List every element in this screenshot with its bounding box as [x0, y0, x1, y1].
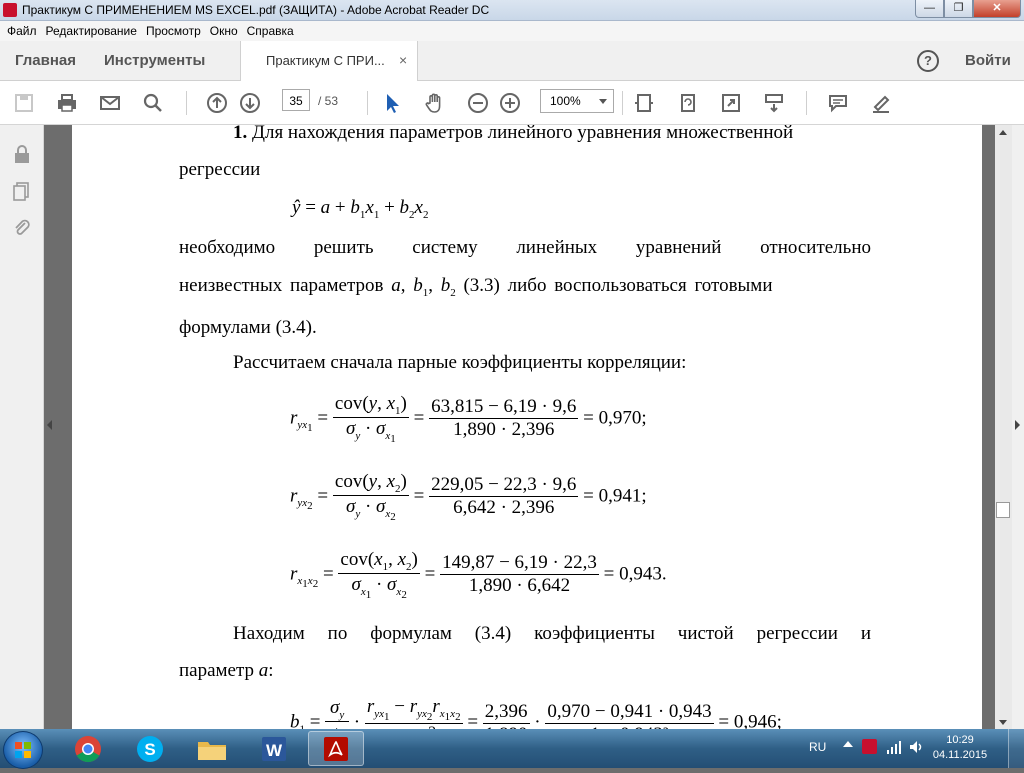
tab-home[interactable]: Главная — [15, 52, 76, 69]
menu-edit[interactable]: Редактирование — [46, 24, 137, 38]
formula-b1: b1 = σyσx1 · ryx1 − ryx2rx1x21 − r2 = 2,… — [290, 696, 782, 729]
formula-r-yx1: ryx1 = cov(y, x1) σy · σx1 = 63,815 − 6,1… — [290, 393, 647, 445]
menu-window[interactable]: Окно — [210, 24, 238, 38]
file-explorer-icon[interactable] — [184, 731, 240, 766]
chevron-down-icon — [599, 99, 607, 104]
paragraph-2-line-2: неизвестных параметров a, b1, b2 (3.3) л… — [179, 275, 773, 299]
next-page-icon[interactable] — [238, 91, 262, 115]
document-page: 1. Для нахождения параметров линейного у… — [72, 125, 982, 729]
toolbar: 35 / 53 100% — [0, 81, 1024, 125]
hand-tool-icon[interactable] — [423, 91, 447, 115]
show-desktop-button[interactable] — [1008, 729, 1024, 768]
comment-icon[interactable] — [826, 91, 850, 115]
scroll-mode-icon[interactable] — [762, 91, 786, 115]
scrollbar-thumb[interactable] — [996, 502, 1010, 518]
lock-icon[interactable] — [11, 143, 33, 165]
menu-file[interactable]: Файл — [7, 24, 37, 38]
page-number-input[interactable]: 35 — [282, 89, 310, 111]
formula-r-yx2: ryx2 = cov(y, x2) σy · σx2 = 229,05 − 22,… — [290, 471, 647, 523]
paragraph-1-line-2: регрессии — [179, 159, 261, 180]
title-bar: Практикум С ПРИМЕНЕНИЕМ MS EXCEL.pdf (ЗА… — [0, 0, 1024, 21]
windows-taskbar: S W RU 10:29 04.11.2015 — [0, 729, 1024, 769]
minimize-button[interactable]: — — [915, 0, 944, 18]
email-icon[interactable] — [98, 91, 122, 115]
paragraph-3: Рассчитаем сначала парные коэффициенты к… — [233, 352, 687, 373]
paragraph-4-line-2: параметр a: — [179, 660, 274, 681]
zoom-value: 100% — [550, 94, 581, 108]
window-controls: — ❐ ✕ — [915, 0, 1021, 18]
language-indicator[interactable]: RU — [809, 740, 826, 754]
previous-page-icon[interactable] — [205, 91, 229, 115]
paragraph-1-line-1: 1. Для нахождения параметров линейного у… — [233, 125, 794, 143]
save-icon[interactable] — [12, 91, 36, 115]
menu-help[interactable]: Справка — [247, 24, 294, 38]
select-cursor-icon[interactable] — [380, 91, 404, 115]
clock[interactable]: 10:29 04.11.2015 — [930, 733, 990, 763]
menu-view[interactable]: Просмотр — [146, 24, 201, 38]
fit-page-icon[interactable] — [632, 91, 656, 115]
navigation-panel — [0, 125, 44, 729]
volume-icon[interactable] — [908, 739, 924, 758]
svg-text:S: S — [144, 740, 155, 759]
scroll-up-icon[interactable] — [999, 130, 1007, 135]
show-hidden-icons-icon[interactable] — [843, 741, 853, 747]
acrobat-tray-icon[interactable] — [862, 739, 877, 754]
window-title: Практикум С ПРИМЕНЕНИЕМ MS EXCEL.pdf (ЗА… — [22, 3, 490, 17]
word-icon[interactable]: W — [246, 731, 302, 766]
chrome-icon[interactable] — [60, 731, 116, 766]
acrobat-taskbar-icon[interactable] — [308, 731, 364, 766]
tab-document[interactable]: Практикум С ПРИ... × — [240, 41, 418, 81]
zoom-in-icon[interactable] — [498, 91, 522, 115]
help-icon[interactable]: ? — [917, 50, 939, 72]
page-thumbnails-icon[interactable] — [11, 180, 33, 202]
skype-icon[interactable]: S — [122, 731, 178, 766]
collapse-left-panel-icon[interactable] — [47, 420, 52, 430]
document-tab-label: Практикум С ПРИ... — [266, 53, 385, 68]
expand-right-panel-icon[interactable] — [1015, 420, 1020, 430]
attachment-icon[interactable] — [11, 217, 33, 239]
formula-r-x1x2: rx1x2 = cov(x1, x2) σx1 · σx2 = 149,87 − … — [290, 549, 667, 601]
highlight-pen-icon[interactable] — [869, 91, 893, 115]
menu-bar: Файл Редактирование Просмотр Окно Справк… — [0, 21, 1024, 41]
close-tab-icon[interactable]: × — [399, 52, 407, 68]
clock-date: 04.11.2015 — [932, 749, 988, 761]
zoom-out-icon[interactable] — [466, 91, 490, 115]
svg-text:W: W — [266, 741, 283, 760]
paragraph-2-line-3: формулами (3.4). — [179, 317, 317, 338]
zoom-select[interactable]: 100% — [540, 89, 614, 113]
print-icon[interactable] — [55, 91, 79, 115]
search-icon[interactable] — [141, 91, 165, 115]
maximize-button[interactable]: ❐ — [944, 0, 973, 18]
start-button[interactable] — [3, 731, 43, 769]
vertical-scrollbar[interactable] — [995, 125, 1012, 729]
clock-time: 10:29 — [946, 734, 974, 746]
rotate-page-icon[interactable] — [676, 91, 700, 115]
tab-tools[interactable]: Инструменты — [104, 52, 205, 69]
paragraph-4-line-1: Находим по формулам (3.4) коэффициенты ч… — [233, 623, 871, 644]
page-total: / 53 — [318, 94, 339, 108]
network-icon[interactable] — [886, 739, 902, 758]
regression-equation: ŷ = a + b1x1 + b2x2 — [292, 197, 429, 221]
acrobat-app-icon[interactable] — [3, 3, 17, 17]
tab-bar: Главная Инструменты Практикум С ПРИ... ×… — [0, 41, 1024, 81]
paragraph-2-line-1: необходимо решить систему линейных уравн… — [179, 237, 871, 258]
full-screen-icon[interactable] — [719, 91, 743, 115]
scroll-down-icon[interactable] — [999, 720, 1007, 725]
signin-button[interactable]: Войти — [965, 52, 1011, 69]
close-window-button[interactable]: ✕ — [973, 0, 1021, 18]
